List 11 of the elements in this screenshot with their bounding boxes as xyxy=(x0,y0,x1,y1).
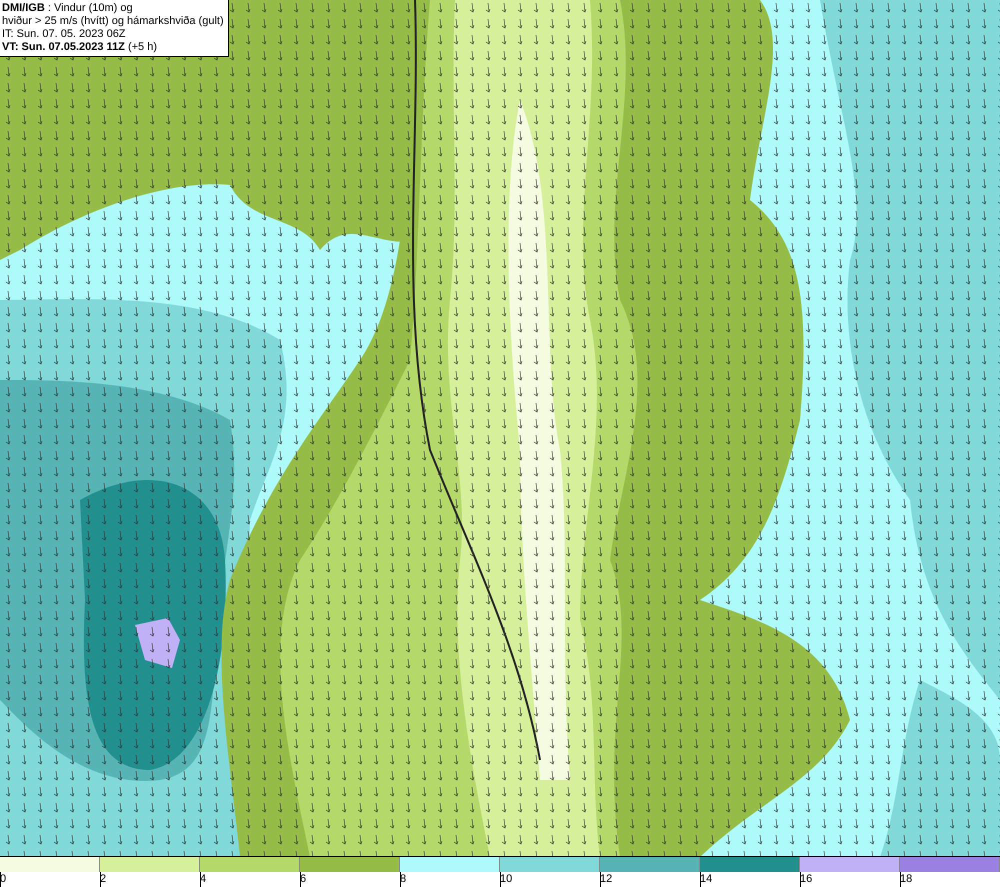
legend-tick: 10 xyxy=(499,873,512,885)
legend-tick: 16 xyxy=(799,873,812,885)
title-line: IT: Sun. 07. 05. 2023 06Z xyxy=(2,28,127,41)
legend-tick: 18 xyxy=(899,873,912,885)
legend-tick: 4 xyxy=(199,873,206,885)
legend-tick: 12 xyxy=(599,873,612,885)
title-line: hviður > 25 m/s (hvítt) og hámarkshviða (gult) xyxy=(2,15,224,28)
title-line: VT: Sun. 07.05.2023 11Z (+5 h) xyxy=(2,41,158,54)
title-line: DMI/IGB : Vindur (10m) og xyxy=(2,2,134,15)
legend-tick: 2 xyxy=(99,873,106,885)
legend-tick: 14 xyxy=(699,873,712,885)
